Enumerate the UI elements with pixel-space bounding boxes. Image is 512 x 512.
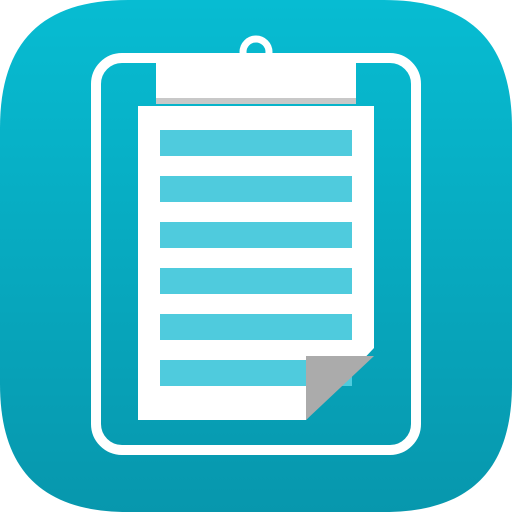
note-line [160,222,352,248]
clipboard-clip-edge [156,98,356,104]
clipboard-icon [0,0,512,512]
clipboard-clip [156,62,356,102]
note-line [160,130,352,156]
app-icon-canvas [0,0,512,512]
note-line [160,176,352,202]
note-line [160,314,352,340]
note-line [160,268,352,294]
clipboard-app-icon[interactable] [0,0,512,512]
